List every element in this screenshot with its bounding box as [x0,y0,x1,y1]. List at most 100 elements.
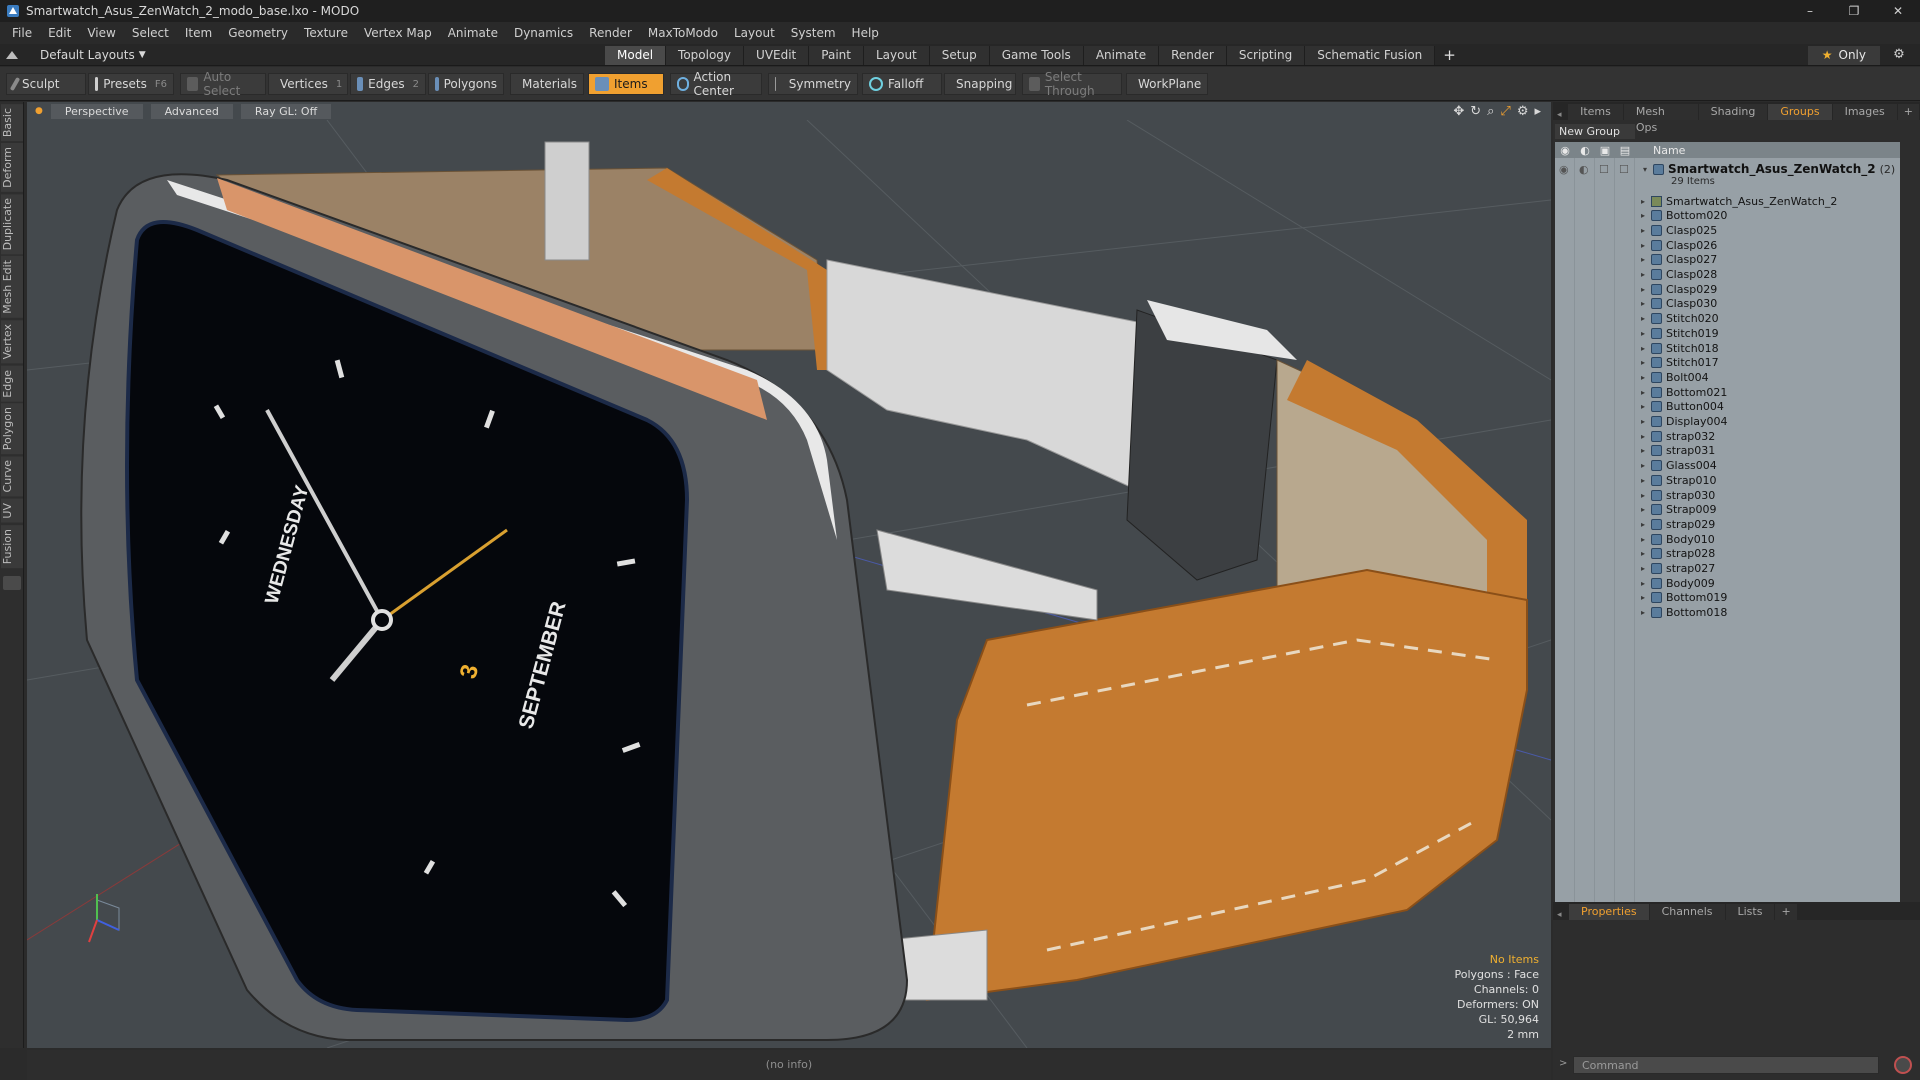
vertices-button[interactable]: Vertices 1 [268,73,348,95]
perspective-button[interactable]: Perspective [50,103,143,119]
name-column-header[interactable]: Name [1653,144,1685,157]
tab-model[interactable]: Model [605,46,667,65]
root-group-row[interactable]: ◉ ◐ ☐ ☐ ▾ Smartwatch_Asus_ZenWatch_2 (2) [1559,160,1895,178]
root-visibility-eye-icon[interactable]: ◉ [1559,163,1579,176]
expand-arrow-icon[interactable]: ▸ [1641,255,1651,264]
expand-arrow-icon[interactable]: ▸ [1641,608,1651,617]
viewport-expand-icon[interactable]: ▸ [1534,104,1541,119]
pan-icon[interactable]: ✥ [1453,104,1464,119]
expand-arrow-icon[interactable]: ▸ [1641,314,1651,323]
expand-arrow-icon[interactable]: ▸ [1641,211,1651,220]
left-tab-vertex[interactable]: Vertex [1,320,23,364]
tab-setup[interactable]: Setup [929,46,990,65]
expand-arrow-icon[interactable]: ▸ [1641,564,1651,573]
left-tabs-toggle-button[interactable] [3,575,21,590]
sculpt-button[interactable]: Sculpt [6,73,86,95]
new-group-button[interactable]: New Group [1555,124,1635,139]
tab-layout[interactable]: Layout [863,46,930,65]
falloff-button[interactable]: Falloff [862,73,942,95]
root-render-icon[interactable]: ◐ [1579,163,1599,176]
auto-select-button[interactable]: Auto Select [180,70,266,98]
command-record-icon[interactable] [1894,1056,1912,1074]
root-select-checkbox[interactable]: ☐ [1619,163,1643,176]
close-button[interactable]: ✕ [1876,0,1920,22]
tab-animate[interactable]: Animate [1083,46,1160,65]
menu-texture[interactable]: Texture [296,22,356,44]
expand-arrow-icon[interactable]: ▸ [1641,241,1651,250]
root-lock-checkbox[interactable]: ☐ [1599,163,1619,176]
watch-3d-scene[interactable]: WEDNESDAY 3 SEPTEMBER [27,120,1551,1048]
menu-item[interactable]: Item [177,22,220,44]
rotate-icon[interactable]: ↻ [1470,104,1481,119]
snapping-button[interactable]: Snapping [944,73,1016,95]
expand-arrow-icon[interactable]: ▸ [1641,402,1651,411]
viewport-menu-icon[interactable]: ● [35,106,43,116]
properties-menu-icon[interactable]: ◂ [1553,910,1569,920]
layout-selector[interactable]: Default Layouts ▼ [4,46,146,64]
tab-properties[interactable]: Properties [1569,904,1649,920]
expand-arrow-icon[interactable]: ▸ [1641,329,1651,338]
left-tab-curve[interactable]: Curve [1,456,23,497]
tab-paint[interactable]: Paint [809,46,864,65]
expand-arrow-icon[interactable]: ▸ [1641,535,1651,544]
left-tab-uv[interactable]: UV [1,498,23,523]
left-tab-edge[interactable]: Edge [1,365,23,402]
tab-uvedit[interactable]: UVEdit [744,46,810,65]
left-tab-fusion[interactable]: Fusion [1,524,23,568]
items-button[interactable]: Items [588,73,664,95]
expand-arrow-icon[interactable]: ▸ [1641,299,1651,308]
tab-groups[interactable]: Groups [1768,104,1832,120]
presets-button[interactable]: Presets F6 [88,73,174,95]
add-tab-button[interactable]: + [1435,46,1464,65]
symmetry-button[interactable]: Symmetry [768,73,858,95]
tab-items-panel[interactable]: Items [1568,104,1623,120]
tab-lists[interactable]: Lists [1725,904,1775,920]
minimize-button[interactable]: – [1788,0,1832,22]
menu-help[interactable]: Help [844,22,887,44]
expand-arrow-icon[interactable]: ▸ [1641,446,1651,455]
tab-images[interactable]: Images [1832,104,1897,120]
viewport-gear-icon[interactable]: ⚙ [1517,104,1529,119]
menu-edit[interactable]: Edit [40,22,79,44]
expand-arrow-icon[interactable]: ▸ [1641,373,1651,382]
advanced-button[interactable]: Advanced [150,103,233,119]
lock-column-icon[interactable]: ▣ [1595,144,1615,157]
expand-arrow-icon[interactable]: ▸ [1641,461,1651,470]
expand-arrow-icon[interactable]: ▸ [1641,593,1651,602]
tab-schematic-fusion[interactable]: Schematic Fusion [1305,46,1436,65]
add-properties-tab-button[interactable]: + [1775,904,1797,920]
command-input[interactable]: Command [1573,1056,1879,1074]
left-tab-mesh-edit[interactable]: Mesh Edit [1,256,23,319]
gear-icon[interactable]: ⚙ [1890,46,1908,64]
tab-scripting[interactable]: Scripting [1226,46,1306,65]
expand-arrow-icon[interactable]: ▸ [1641,285,1651,294]
expand-arrow-icon[interactable]: ▸ [1641,417,1651,426]
menu-render[interactable]: Render [581,22,640,44]
expand-arrow-icon[interactable]: ▸ [1641,226,1651,235]
expand-arrow-icon[interactable]: ▸ [1641,476,1651,485]
action-center-button[interactable]: Action Center [670,70,762,98]
expand-arrow-icon[interactable]: ▸ [1641,388,1651,397]
zoom-icon[interactable]: ⌕ [1487,104,1494,119]
menu-animate[interactable]: Animate [440,22,506,44]
expand-arrow-icon[interactable]: ▸ [1641,197,1651,206]
fit-icon[interactable]: ⤢ [1500,104,1510,119]
left-tab-polygon[interactable]: Polygon [1,403,23,455]
menu-view[interactable]: View [79,22,123,44]
expand-arrow-icon[interactable]: ▸ [1641,579,1651,588]
edges-button[interactable]: Edges 2 [350,73,426,95]
tab-render[interactable]: Render [1159,46,1227,65]
tab-mesh-ops[interactable]: Mesh Ops [1623,104,1698,134]
materials-button[interactable]: Materials [510,73,584,95]
expand-arrow-icon[interactable]: ▸ [1641,432,1651,441]
select-column-icon[interactable]: ▤ [1615,144,1635,157]
render-column-icon[interactable]: ◐ [1575,144,1595,157]
expand-arrow-icon[interactable]: ▸ [1641,270,1651,279]
expand-arrow-icon[interactable]: ▸ [1641,520,1651,529]
workplane-button[interactable]: WorkPlane [1126,73,1208,95]
menu-dynamics[interactable]: Dynamics [506,22,581,44]
expand-arrow-icon[interactable]: ▸ [1641,505,1651,514]
3d-viewport[interactable]: ● Perspective Advanced Ray GL: Off ✥ ↻ ⌕… [27,102,1551,1048]
tab-game-tools[interactable]: Game Tools [989,46,1084,65]
tab-topology[interactable]: Topology [666,46,745,65]
